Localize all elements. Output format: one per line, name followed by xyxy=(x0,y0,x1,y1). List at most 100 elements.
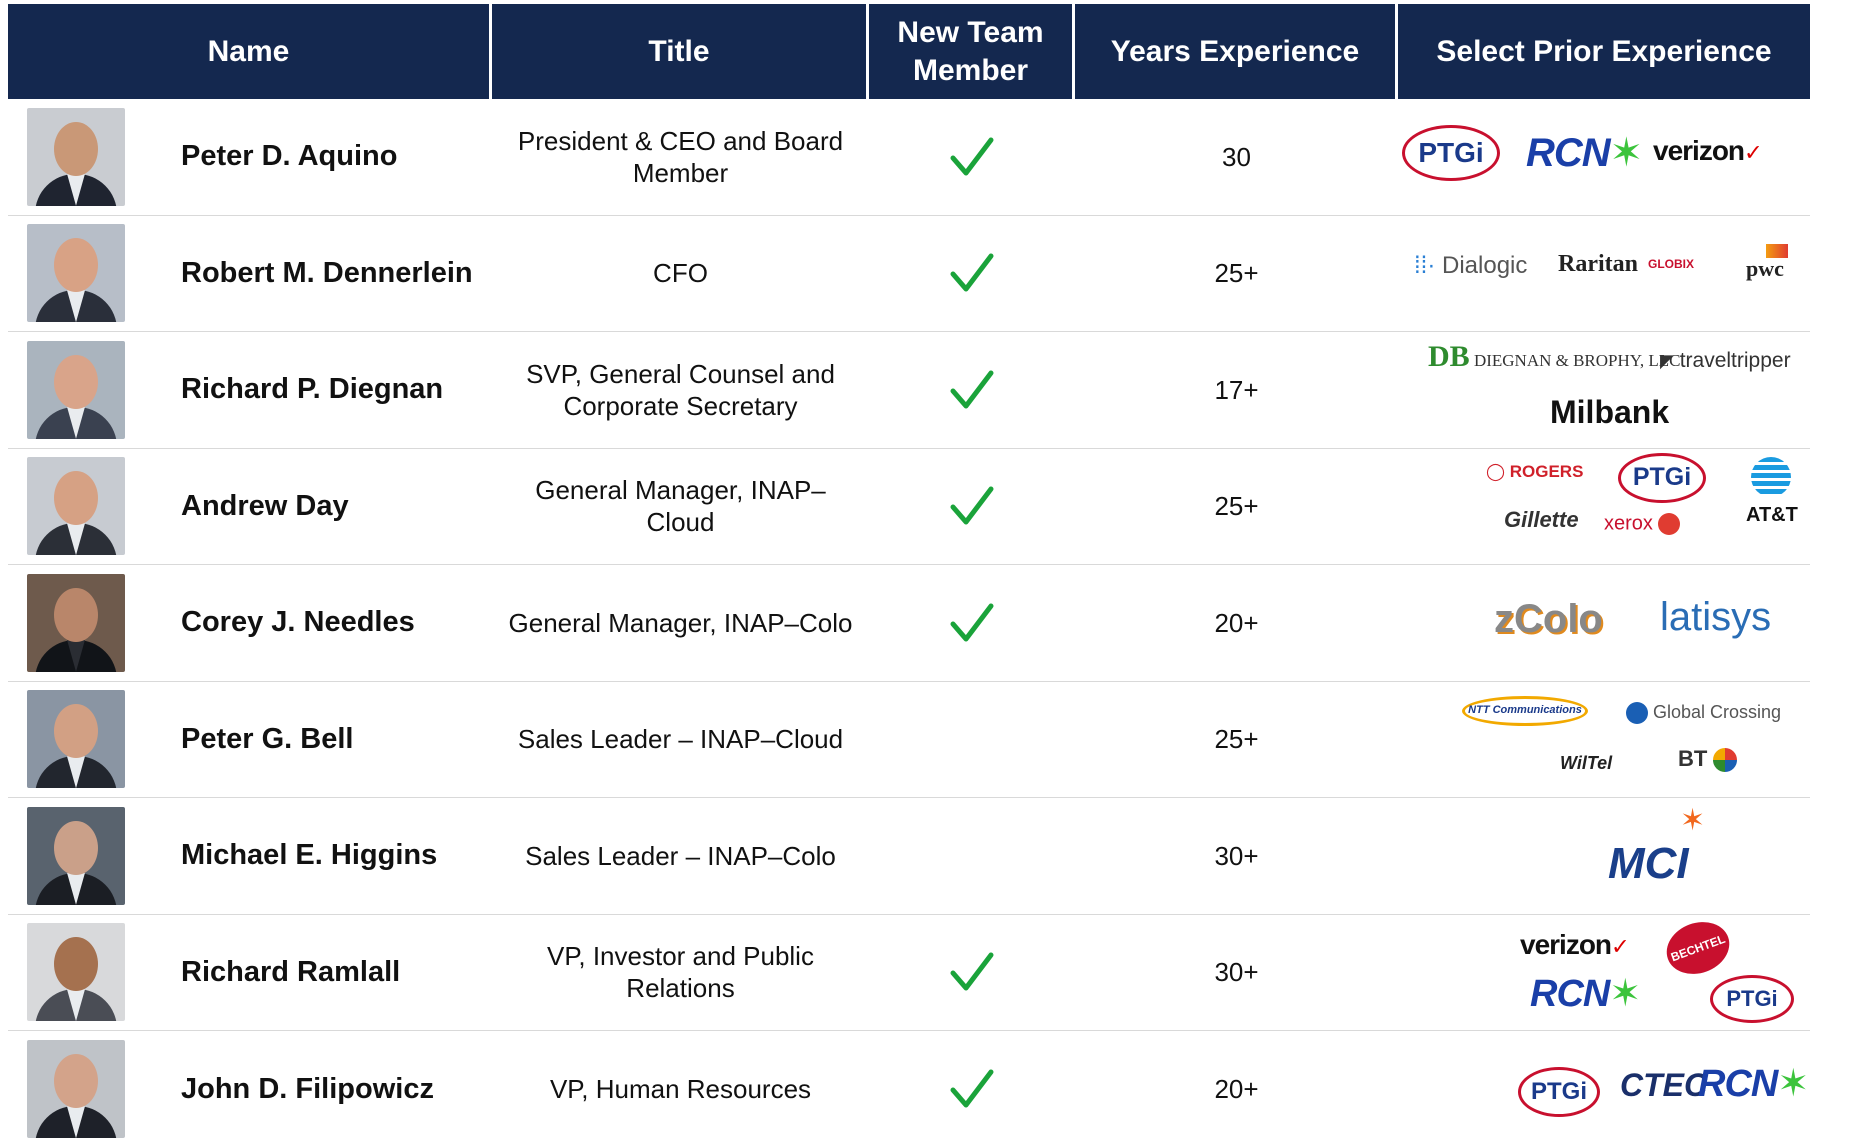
ptgi-logo: PTGi xyxy=(1618,452,1706,503)
title-cell: Sales Leader – INAP–Colo xyxy=(525,840,836,871)
avatar xyxy=(27,690,125,789)
raritan-logo: Raritan xyxy=(1558,250,1638,277)
person-name: Peter G. Bell xyxy=(181,722,354,755)
prior-experience-cell: zColo latisys xyxy=(1398,565,1810,681)
ptgi-logo: PTGi xyxy=(1710,974,1794,1023)
rcn-logo: RCN✶ xyxy=(1698,1063,1809,1105)
new-member-cell xyxy=(869,682,1075,798)
name-cell: John D. Filipowicz xyxy=(8,1031,492,1148)
title-cell: CFO xyxy=(653,258,708,289)
checkmark-icon xyxy=(950,952,994,991)
rogers-logo: ◯ ROGERS xyxy=(1486,461,1584,481)
table-row: Robert M. Dennerlein CFO 25+ ⁞⁞· Dialogi… xyxy=(8,216,1810,332)
leadership-table: Name Title New Team Member Years Experie… xyxy=(8,4,1810,1148)
title-cell: General Manager, INAP–Colo xyxy=(508,607,853,638)
globix-logo: GLOBIX xyxy=(1648,256,1695,271)
table-row: Richard Ramlall VP, Investor and Public … xyxy=(8,913,1810,1031)
bt-logo: BT xyxy=(1678,747,1738,772)
title-cell: VP, Human Resources xyxy=(549,1074,812,1105)
checkmark-icon xyxy=(950,486,994,525)
name-cell: Peter G. Bell xyxy=(8,682,492,798)
name-cell: Andrew Day xyxy=(8,449,492,565)
ntt-logo: NTT Communications xyxy=(1462,695,1588,726)
pwc-mark-icon xyxy=(1766,243,1788,258)
avatar xyxy=(27,573,125,672)
new-member-cell xyxy=(869,798,1075,914)
ptgi-logo: PTGi xyxy=(1402,125,1500,181)
table-row: Richard P. Diegnan SVP, General Counsel … xyxy=(8,332,1810,449)
person-name: John D. Filipowicz xyxy=(181,1072,434,1105)
table-row: Peter G. Bell Sales Leader – INAP–Cloud … xyxy=(8,682,1810,798)
avatar xyxy=(27,806,125,905)
title-cell: Sales Leader – INAP–Cloud xyxy=(517,724,844,755)
checkmark-icon xyxy=(950,1069,994,1108)
prior-experience-cell: verizon✓ BECHTEL RCN✶ PTGi xyxy=(1398,913,1810,1031)
gillette-logo: Gillette xyxy=(1504,506,1579,532)
years-cell: 25+ xyxy=(1214,491,1259,522)
years-cell: 30+ xyxy=(1214,840,1259,871)
mci-star-icon: ✶ xyxy=(1680,804,1706,837)
avatar xyxy=(27,457,125,556)
person-name: Robert M. Dennerlein xyxy=(181,256,473,289)
new-member-cell xyxy=(869,216,1075,332)
wiltel-logo: WilTel xyxy=(1560,752,1613,773)
pwc-logo: pwc xyxy=(1746,255,1784,281)
checkmark-icon xyxy=(950,137,994,176)
avatar xyxy=(27,107,125,206)
years-cell: 20+ xyxy=(1214,1074,1259,1105)
checkmark-icon xyxy=(950,253,994,292)
checkmark-icon xyxy=(950,370,994,409)
table-row: Andrew Day General Manager, INAP–Cloud 2… xyxy=(8,449,1810,565)
header-years: Years Experience xyxy=(1075,4,1398,99)
name-cell: Richard Ramlall xyxy=(8,915,492,1031)
years-cell: 20+ xyxy=(1214,607,1259,638)
att-logo: AT&T xyxy=(1746,503,1798,526)
xerox-logo: xerox xyxy=(1604,512,1681,535)
prior-experience-cell: PTGi RCN✶ verizon✓ xyxy=(1398,99,1810,215)
new-member-cell xyxy=(869,99,1075,215)
name-cell: Corey J. Needles xyxy=(8,565,492,681)
new-member-cell xyxy=(869,915,1075,1031)
mci-logo: MCI xyxy=(1608,839,1689,888)
prior-experience-cell: ◯ ROGERS PTGi AT&T Gillette xerox xyxy=(1398,449,1810,565)
header-title: Title xyxy=(492,4,869,99)
table-row: Peter D. Aquino President & CEO and Boar… xyxy=(8,99,1810,216)
avatar xyxy=(27,1040,125,1139)
years-cell: 30 xyxy=(1222,141,1251,172)
ptgi-logo: PTGi xyxy=(1518,1067,1600,1117)
new-member-cell xyxy=(869,565,1075,681)
dialogic-logo: ⁞⁞· Dialogic xyxy=(1414,251,1528,279)
verizon-logo: verizon✓ xyxy=(1653,135,1763,166)
rcn-logo: RCN✶ xyxy=(1526,131,1643,175)
ctec-logo: CTEC xyxy=(1620,1067,1708,1103)
prior-experience-cell: ⁞⁞· Dialogic Raritan GLOBIX pwc xyxy=(1398,216,1810,332)
table-row: Michael E. Higgins Sales Leader – INAP–C… xyxy=(8,798,1810,915)
new-member-cell xyxy=(869,1031,1075,1148)
traveltripper-logo: ◤ traveltripper xyxy=(1660,349,1791,372)
checkmark-icon xyxy=(950,603,994,642)
person-name: Richard Ramlall xyxy=(181,955,401,988)
header-name: Name xyxy=(8,4,492,99)
prior-experience-cell: MCI ✶ xyxy=(1398,798,1810,914)
att-globe-icon xyxy=(1751,456,1791,497)
person-name: Corey J. Needles xyxy=(181,606,415,639)
person-name: Peter D. Aquino xyxy=(181,140,398,173)
header-new-member: New Team Member xyxy=(869,4,1075,99)
avatar xyxy=(27,224,125,323)
avatar xyxy=(27,340,125,439)
verizon-logo: verizon✓ xyxy=(1520,928,1630,960)
person-name: Andrew Day xyxy=(181,489,349,522)
years-cell: 17+ xyxy=(1214,374,1259,405)
name-cell: Robert M. Dennerlein xyxy=(8,216,492,332)
table-row: John D. Filipowicz VP, Human Resources 2… xyxy=(8,1031,1810,1148)
table-row: Corey J. Needles General Manager, INAP–C… xyxy=(8,565,1810,682)
person-name: Michael E. Higgins xyxy=(181,839,438,872)
title-cell: President & CEO and Board Member xyxy=(517,125,844,188)
diegnan-brophy-logo: DB DIEGNAN & BROPHY, LLC xyxy=(1428,340,1681,373)
rcn-logo: RCN✶ xyxy=(1530,972,1641,1015)
person-name: Richard P. Diegnan xyxy=(181,373,444,406)
years-cell: 25+ xyxy=(1214,724,1259,755)
prior-experience-cell: DB DIEGNAN & BROPHY, LLC ◤ traveltripper… xyxy=(1398,332,1810,448)
new-member-cell xyxy=(869,449,1075,565)
name-cell: Michael E. Higgins xyxy=(8,798,492,914)
